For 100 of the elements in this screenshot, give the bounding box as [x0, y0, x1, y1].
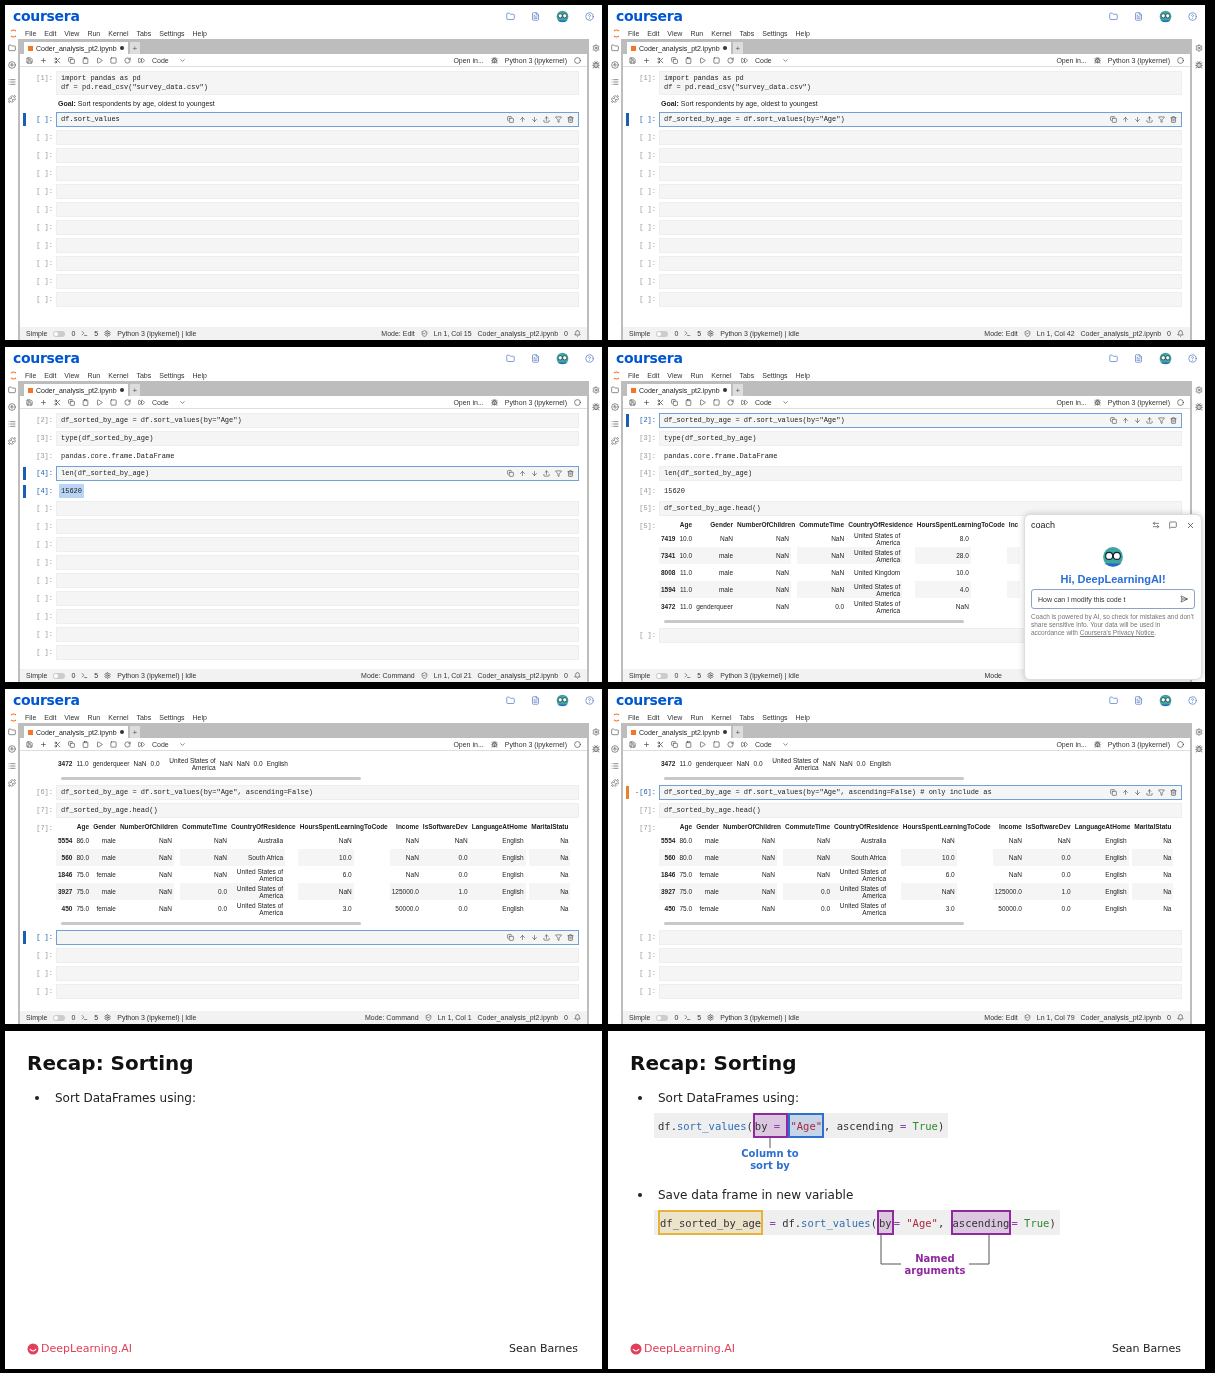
coursera-logo[interactable]: coursera: [13, 692, 80, 708]
puzzle-icon[interactable]: [610, 437, 619, 445]
coursera-logo[interactable]: coursera: [616, 692, 683, 708]
folder-icon[interactable]: [1109, 353, 1118, 363]
bell-icon[interactable]: [1177, 1014, 1184, 1021]
puzzle-icon[interactable]: [7, 95, 16, 103]
copy-icon[interactable]: [68, 56, 75, 64]
gear-icon[interactable]: [104, 1014, 112, 1021]
shield-check-icon[interactable]: [1023, 330, 1031, 337]
add-cell-icon[interactable]: [643, 398, 650, 406]
run-icon[interactable]: [699, 740, 706, 748]
paste-icon[interactable]: [82, 56, 89, 64]
move-down-icon[interactable]: [531, 116, 538, 123]
move-down-icon[interactable]: [531, 470, 538, 477]
run-icon[interactable]: [96, 740, 103, 748]
help-icon[interactable]: [1188, 11, 1197, 21]
list-icon[interactable]: [610, 420, 619, 428]
stop-icon[interactable]: [110, 56, 117, 64]
debugger-icon[interactable]: [1194, 403, 1203, 411]
folder-icon[interactable]: [506, 695, 515, 705]
duplicate-icon[interactable]: [1110, 116, 1117, 123]
bell-icon[interactable]: [574, 330, 581, 337]
kernel-status-icon[interactable]: [1177, 56, 1184, 64]
run-icon[interactable]: [699, 398, 706, 406]
filter-icon[interactable]: [1158, 417, 1165, 424]
bug-icon[interactable]: [490, 740, 498, 748]
filter-icon[interactable]: [555, 116, 562, 123]
terminal-icon[interactable]: [684, 330, 692, 337]
debugger-icon[interactable]: [591, 403, 600, 411]
delete-icon[interactable]: [1170, 789, 1177, 796]
save-icon[interactable]: [26, 398, 33, 406]
bug-icon[interactable]: [1093, 56, 1101, 64]
jupyter-logo-icon[interactable]: [613, 370, 620, 380]
jupyter-logo-icon[interactable]: [10, 370, 17, 380]
help-icon[interactable]: [585, 11, 594, 21]
add-cell-icon[interactable]: [40, 740, 47, 748]
folder-icon[interactable]: [610, 44, 619, 52]
horizontal-scrollbar[interactable]: [664, 777, 964, 780]
save-icon[interactable]: [26, 56, 33, 64]
restart-icon[interactable]: [727, 740, 734, 748]
coursera-logo[interactable]: coursera: [13, 8, 80, 24]
terminal-icon[interactable]: [81, 1014, 89, 1021]
delete-icon[interactable]: [1170, 116, 1177, 123]
move-down-icon[interactable]: [1134, 116, 1141, 123]
help-icon[interactable]: [1188, 695, 1197, 705]
gear-icon[interactable]: [707, 1014, 715, 1021]
bug-icon[interactable]: [490, 398, 498, 406]
folder-icon[interactable]: [1109, 695, 1118, 705]
coursera-logo[interactable]: coursera: [13, 350, 80, 366]
folder-icon[interactable]: [610, 386, 619, 394]
stop-icon[interactable]: [110, 740, 117, 748]
bug-icon[interactable]: [1093, 398, 1101, 406]
chat-icon[interactable]: [1169, 521, 1177, 529]
paste-icon[interactable]: [685, 740, 692, 748]
horizontal-scrollbar[interactable]: [664, 922, 964, 925]
paste-icon[interactable]: [82, 398, 89, 406]
cut-icon[interactable]: [657, 56, 664, 64]
delete-icon[interactable]: [567, 116, 574, 123]
kernel-status-icon[interactable]: [574, 56, 581, 64]
copy-icon[interactable]: [671, 56, 678, 64]
code-input[interactable]: [56, 930, 579, 945]
simple-mode-toggle[interactable]: [656, 330, 669, 337]
kernel-status-icon[interactable]: [1177, 740, 1184, 748]
jupyter-logo-icon[interactable]: [613, 712, 620, 722]
save-icon[interactable]: [629, 398, 636, 406]
copy-icon[interactable]: [671, 398, 678, 406]
move-down-icon[interactable]: [1134, 417, 1141, 424]
stop-circle-icon[interactable]: [7, 403, 16, 411]
filter-icon[interactable]: [1158, 116, 1165, 123]
fast-forward-icon[interactable]: [138, 56, 145, 64]
debugger-icon[interactable]: [1194, 745, 1203, 753]
folder-icon[interactable]: [7, 44, 16, 52]
puzzle-icon[interactable]: [610, 779, 619, 787]
folder-icon[interactable]: [610, 728, 619, 736]
stop-circle-icon[interactable]: [7, 61, 16, 69]
cut-icon[interactable]: [657, 740, 664, 748]
horizontal-scrollbar[interactable]: [61, 922, 361, 925]
new-tab-button[interactable]: +: [732, 42, 744, 54]
fast-forward-icon[interactable]: [741, 398, 748, 406]
horizontal-scrollbar[interactable]: [664, 620, 964, 623]
document-icon[interactable]: [1134, 11, 1143, 21]
bug-icon[interactable]: [1093, 740, 1101, 748]
stop-icon[interactable]: [713, 398, 720, 406]
document-icon[interactable]: [531, 695, 540, 705]
new-tab-button[interactable]: +: [129, 384, 141, 396]
stop-circle-icon[interactable]: [610, 61, 619, 69]
cut-icon[interactable]: [54, 740, 61, 748]
run-icon[interactable]: [699, 56, 706, 64]
move-up-icon[interactable]: [519, 470, 526, 477]
fast-forward-icon[interactable]: [741, 56, 748, 64]
folder-icon[interactable]: [7, 728, 16, 736]
delete-icon[interactable]: [1170, 417, 1177, 424]
kernel-status-icon[interactable]: [574, 398, 581, 406]
gear-icon[interactable]: [104, 330, 112, 337]
help-icon[interactable]: [585, 353, 594, 363]
copy-icon[interactable]: [68, 398, 75, 406]
bell-icon[interactable]: [574, 672, 581, 679]
puzzle-icon[interactable]: [7, 779, 16, 787]
stop-circle-icon[interactable]: [610, 403, 619, 411]
horizontal-scrollbar[interactable]: [61, 777, 361, 780]
